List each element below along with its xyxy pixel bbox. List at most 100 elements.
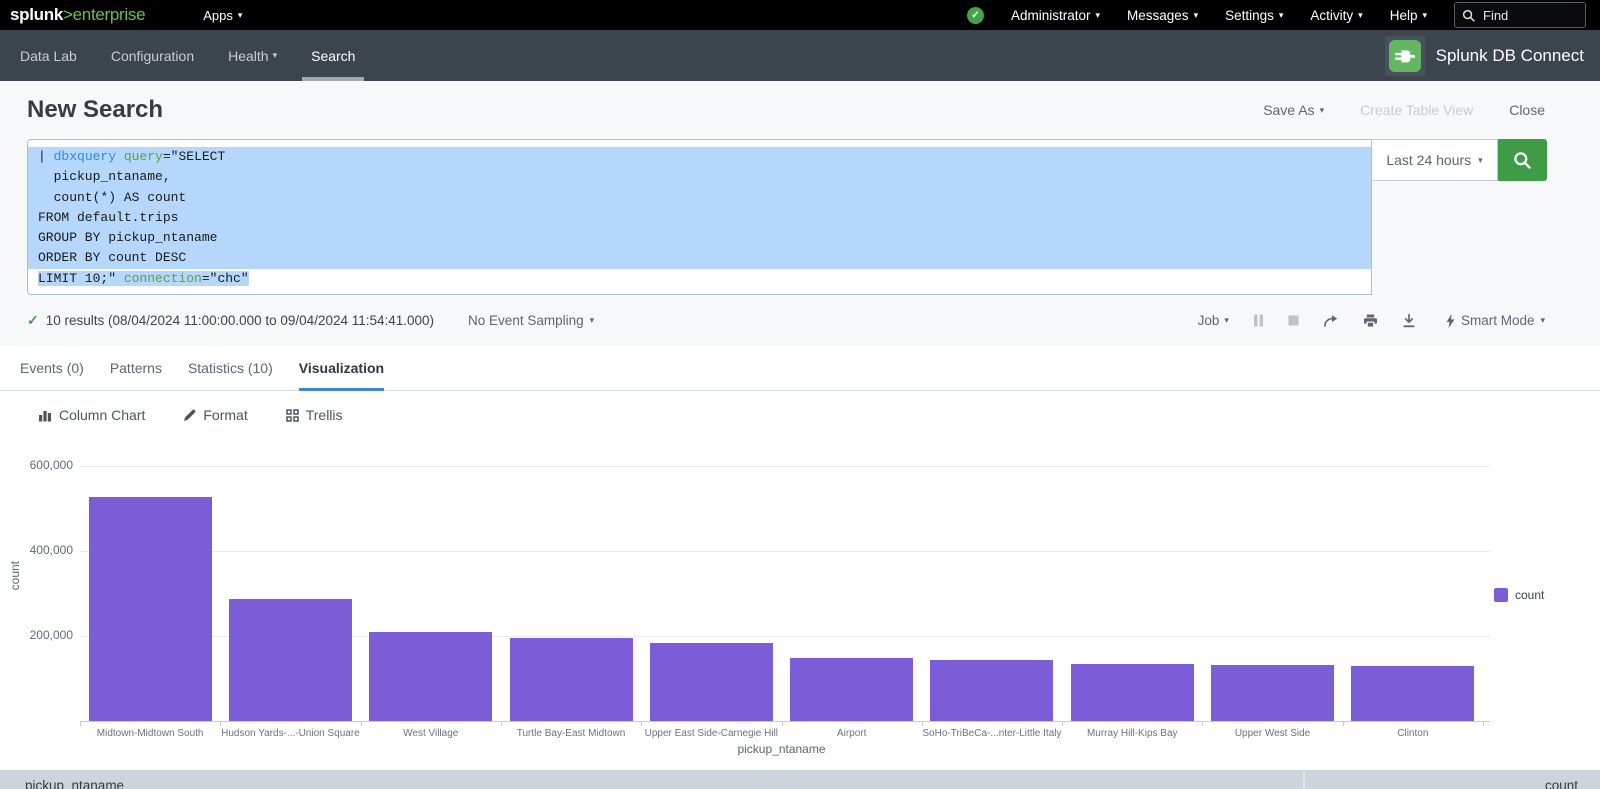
- chart-legend[interactable]: count: [1494, 588, 1544, 602]
- time-range-label: Last 24 hours: [1386, 152, 1471, 168]
- splunk-logo[interactable]: splunk>enterprise: [10, 5, 145, 25]
- create-table-view-label: Create Table View: [1360, 102, 1473, 118]
- chart-type-button[interactable]: Column Chart: [38, 407, 145, 423]
- search-icon: [1462, 9, 1475, 22]
- results-summary: 10 results (08/04/2024 11:00:00.000 to 0…: [46, 313, 434, 328]
- header-actions: Save As▾ Create Table View Close: [1263, 102, 1545, 118]
- y-tick-label: 200,000: [0, 628, 73, 642]
- x-axis-tick: [1202, 721, 1203, 726]
- viz-toolbar: Column Chart Format Trellis: [0, 391, 1600, 436]
- menu-label: Activity: [1310, 8, 1353, 23]
- y-tick-label: 600,000: [0, 458, 73, 472]
- logo-brand: splunk: [10, 5, 63, 24]
- bar-midtown-midtown-south[interactable]: [89, 497, 212, 721]
- nav-item-label: Health: [228, 48, 268, 64]
- trellis-button[interactable]: Trellis: [286, 407, 343, 423]
- search-mode-label: Smart Mode: [1461, 313, 1535, 328]
- query-line: | dbxquery query="SELECT: [28, 147, 1371, 167]
- nav-item-configuration[interactable]: Configuration: [111, 30, 194, 81]
- find-input[interactable]: [1481, 7, 1565, 24]
- event-sampling-menu[interactable]: No Event Sampling ▾: [468, 313, 594, 328]
- gridline: [80, 466, 1490, 467]
- job-menu[interactable]: Job▾: [1198, 313, 1229, 328]
- format-button[interactable]: Format: [183, 407, 247, 423]
- chevron-down-icon: ▾: [590, 315, 595, 326]
- close-button[interactable]: Close: [1509, 102, 1545, 118]
- time-range-picker[interactable]: Last 24 hours▾: [1372, 139, 1498, 181]
- nav-item-data-lab[interactable]: Data Lab: [20, 30, 77, 81]
- bar-upper-east-side-carnegie-hill[interactable]: [650, 643, 773, 721]
- column-header-pickup-ntaname[interactable]: pickup_ntaname: [25, 778, 124, 789]
- x-axis-line: [80, 721, 1490, 722]
- bar-murray-hill-kips-bay[interactable]: [1071, 664, 1194, 721]
- chevron-down-icon: ▾: [1320, 105, 1325, 116]
- bar-airport[interactable]: [790, 658, 913, 721]
- search-query-editor[interactable]: | dbxquery query="SELECT pickup_ntaname,…: [27, 139, 1372, 295]
- export-button[interactable]: [1402, 314, 1416, 328]
- menu-settings[interactable]: Settings▾: [1225, 8, 1283, 23]
- x-axis-tick: [361, 721, 362, 726]
- app-identity[interactable]: Splunk DB Connect: [1385, 30, 1584, 81]
- app-name: Splunk DB Connect: [1436, 46, 1584, 66]
- bar-west-village[interactable]: [369, 632, 492, 721]
- query-line: GROUP BY pickup_ntaname: [28, 228, 1371, 248]
- menu-administrator[interactable]: Administrator▾: [1011, 8, 1100, 23]
- x-category-label: Upper West Side: [1202, 728, 1342, 739]
- menu-messages[interactable]: Messages▾: [1127, 8, 1198, 23]
- job-controls: Job▾ Smart Mode▾: [1198, 313, 1545, 328]
- results-tabs: Events (0) Patterns Statistics (10) Visuali…: [0, 346, 1600, 391]
- create-table-view-button[interactable]: Create Table View: [1360, 102, 1473, 118]
- appbar-items: Data Lab Configuration Health ▾ Search: [20, 30, 355, 81]
- print-button[interactable]: [1363, 314, 1378, 328]
- nav-item-search[interactable]: Search: [311, 30, 355, 81]
- nav-item-label: Configuration: [111, 48, 194, 64]
- run-search-button[interactable]: [1498, 139, 1547, 181]
- bar-turtle-bay-east-midtown[interactable]: [510, 638, 633, 721]
- x-category-label: Upper East Side-Carnegie Hill: [641, 728, 781, 739]
- bar-clinton[interactable]: [1351, 666, 1474, 721]
- apps-menu-label: Apps: [203, 8, 233, 23]
- save-as-button[interactable]: Save As▾: [1263, 102, 1324, 118]
- query-line: pickup_ntaname,: [28, 167, 1371, 187]
- x-axis-title: pickup_ntaname: [80, 742, 1483, 756]
- stop-icon: [1288, 315, 1299, 326]
- tab-statistics-10[interactable]: Statistics (10): [188, 346, 273, 390]
- tab-events-0[interactable]: Events (0): [20, 346, 84, 390]
- pause-button[interactable]: [1253, 314, 1264, 327]
- x-axis-tick: [782, 721, 783, 726]
- x-axis-tick: [501, 721, 502, 726]
- column-header-count[interactable]: count: [1545, 778, 1578, 789]
- menu-activity[interactable]: Activity▾: [1310, 8, 1362, 23]
- share-button[interactable]: [1323, 314, 1339, 328]
- db-connect-logo-tile: [1385, 36, 1425, 76]
- search-icon: [1512, 150, 1533, 171]
- chevron-down-icon: ▾: [1096, 10, 1101, 21]
- bar-upper-west-side[interactable]: [1211, 665, 1334, 721]
- x-axis-tick: [922, 721, 923, 726]
- legend-label: count: [1515, 588, 1544, 602]
- x-category-label: SoHo-TriBeCa-...nter-Little Italy: [922, 728, 1062, 739]
- search-bar-row: | dbxquery query="SELECT pickup_ntaname,…: [27, 139, 1547, 295]
- stop-button[interactable]: [1288, 315, 1299, 326]
- chevron-down-icon: ▾: [238, 10, 243, 21]
- top-system-bar: splunk>enterprise Apps ▾ ✓ Administrator▾…: [0, 0, 1600, 30]
- pencil-icon: [183, 409, 196, 422]
- nav-item-health[interactable]: Health ▾: [228, 30, 277, 81]
- search-mode-menu[interactable]: Smart Mode▾: [1446, 313, 1545, 328]
- x-category-label: Midtown-Midtown South: [80, 728, 220, 739]
- x-category-label: West Village: [361, 728, 501, 739]
- trellis-label: Trellis: [306, 407, 343, 423]
- bar-soho-tribeca-nter-little-italy[interactable]: [930, 660, 1053, 721]
- topbar-menus: Administrator▾ Messages▾ Settings▾ Activity…: [1011, 8, 1427, 23]
- chevron-down-icon: ▾: [273, 50, 278, 61]
- chevron-down-icon: ▾: [1224, 315, 1229, 326]
- bar-hudson-yards-union-square[interactable]: [229, 599, 352, 721]
- tab-patterns[interactable]: Patterns: [110, 346, 162, 390]
- health-status-icon[interactable]: ✓: [967, 7, 984, 24]
- apps-menu[interactable]: Apps ▾: [203, 8, 242, 23]
- tab-visualization[interactable]: Visualization: [299, 346, 384, 390]
- event-sampling-label: No Event Sampling: [468, 313, 584, 328]
- find-search-box[interactable]: [1454, 2, 1586, 28]
- menu-help[interactable]: Help▾: [1390, 8, 1427, 23]
- success-check-icon: ✓: [27, 312, 39, 329]
